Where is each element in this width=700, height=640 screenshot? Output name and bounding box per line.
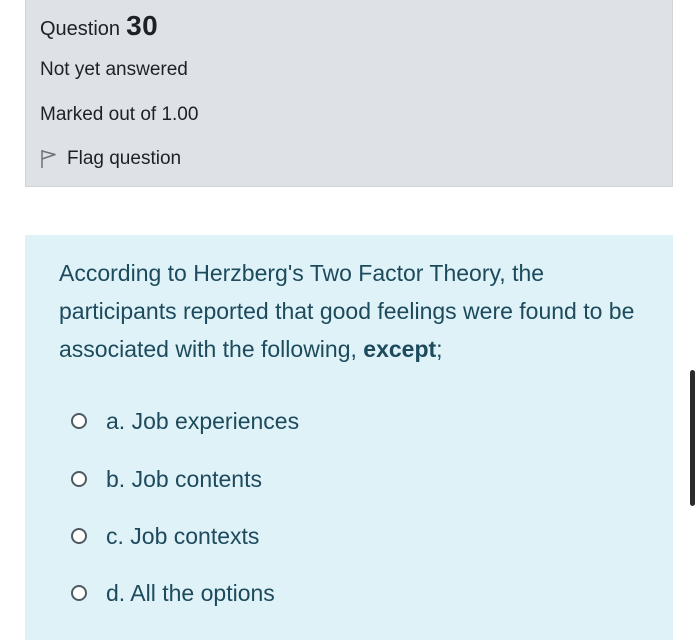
flag-question-label: Flag question [67,148,182,169]
question-heading: Question 30 [40,10,158,42]
answer-label-c: c. Job contexts [106,522,260,549]
question-info-panel: Question 30 Not yet answered Marked out o… [25,0,673,187]
question-text-main: According to Herzberg's Two Factor Theor… [59,260,635,362]
answer-option-c[interactable]: c. Job contexts [71,519,259,553]
quiz-page: Question 30 Not yet answered Marked out o… [0,0,700,640]
question-content-panel: According to Herzberg's Two Factor Theor… [25,235,673,640]
question-number: 30 [126,10,159,41]
radio-unchecked-icon[interactable] [71,585,87,601]
radio-unchecked-icon[interactable] [71,471,87,487]
question-state: Not yet answered [40,59,188,80]
flag-question-link[interactable]: Flag question [40,148,181,170]
radio-unchecked-icon[interactable] [71,528,87,544]
question-label: Question [40,18,121,40]
scrollbar[interactable] [690,370,695,506]
question-grade: Marked out of 1.00 [40,104,199,125]
answer-label-a: a. Job experiences [106,407,300,434]
flag-icon [40,149,58,169]
answer-label-b: b. Job contents [106,465,262,492]
radio-unchecked-icon[interactable] [71,413,87,429]
answer-label-d: d. All the options [106,579,275,606]
answer-option-d[interactable]: d. All the options [71,576,275,610]
question-text-emphasis: except [363,336,437,362]
answer-option-a[interactable]: a. Job experiences [71,404,299,438]
question-text-end: ; [436,336,443,362]
answer-option-b[interactable]: b. Job contents [71,462,262,496]
question-text: According to Herzberg's Two Factor Theor… [59,254,639,368]
